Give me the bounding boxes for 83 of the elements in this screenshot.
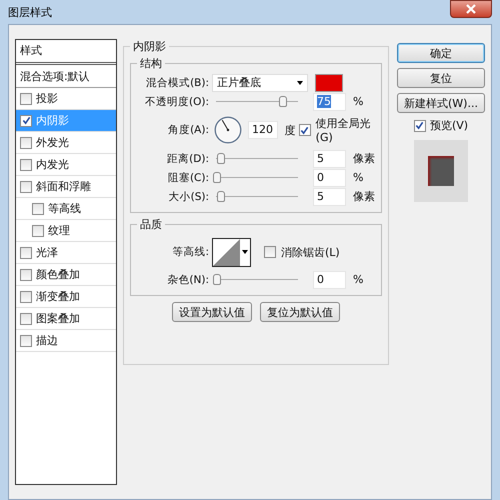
color-swatch[interactable] [315,74,343,92]
unit-label: 像素 [353,151,375,166]
checkbox[interactable] [20,246,32,258]
checkbox[interactable] [32,202,44,214]
style-item[interactable]: 外发光 [16,132,116,154]
unit-label: % [353,95,364,108]
checkbox[interactable] [32,224,44,236]
field-label: 距离(D): [166,152,209,166]
style-item[interactable]: 颜色叠加 [16,264,116,286]
action-button[interactable]: 确定 [397,43,485,63]
opacity-field[interactable]: 75 [313,92,346,110]
style-item[interactable]: 纹理 [16,220,116,242]
field-label: 混合模式(B): [145,76,209,90]
field-label: 大小(S): [168,190,209,204]
value-field[interactable]: 0 [313,270,346,288]
slider-thumb[interactable] [278,96,287,107]
checkbox[interactable] [264,246,276,258]
slider-thumb[interactable] [217,153,226,164]
checkbox[interactable] [20,268,32,280]
field-label: 角度(A): [167,123,209,137]
section-title: 结构 [139,56,163,71]
checkbox[interactable] [20,334,32,346]
close-icon [465,4,477,14]
action-button[interactable]: 新建样式(W)... [397,93,485,113]
checkbox-label: 预览(V) [430,118,468,133]
style-item[interactable]: 渐变叠加 [16,286,116,308]
default-button[interactable]: 复位为默认值 [260,302,340,322]
style-label: 描边 [36,333,58,348]
slider-thumb[interactable] [217,191,226,202]
unit-label: % [353,171,364,184]
contour-picker[interactable] [212,238,251,266]
checkbox[interactable] [20,136,32,148]
style-label: 投影 [36,91,58,106]
checkbox[interactable] [20,92,32,104]
default-button[interactable]: 设置为默认值 [172,302,252,322]
style-label: 渐变叠加 [36,289,80,304]
style-item[interactable]: 内发光 [16,154,116,176]
style-label: 光泽 [36,245,58,260]
preview-thumbnail [414,140,468,202]
style-item[interactable]: 描边 [16,330,116,352]
checkbox[interactable] [298,124,311,136]
section-title: 品质 [139,217,163,232]
slider-thumb[interactable] [213,274,221,285]
checkbox[interactable] [20,290,32,302]
style-item[interactable]: 等高线 [16,198,116,220]
unit-label: 像素 [353,189,375,204]
close-button[interactable] [450,0,492,18]
angle-field[interactable]: 120 [248,121,278,139]
checkbox-label: 消除锯齿(L) [281,244,340,260]
window-title: 图层样式 [8,4,52,20]
value-field[interactable]: 5 [313,150,346,168]
style-item[interactable]: 斜面和浮雕 [16,176,116,198]
field-label: 等高线: [171,245,209,259]
style-item[interactable]: 图案叠加 [16,308,116,330]
slider-thumb[interactable] [213,172,221,183]
style-label: 外发光 [36,135,69,150]
unit-label: 度 [284,122,296,138]
style-label: 内阴影 [36,113,69,128]
value-field[interactable]: 0 [313,168,346,186]
caret-icon [297,80,303,84]
style-label: 颜色叠加 [36,267,80,282]
field-label: 不透明度(O): [144,94,209,108]
checkbox-label: 使用全局光(G) [316,116,372,144]
style-label: 图案叠加 [36,311,80,326]
checkbox[interactable] [414,120,426,132]
blend-mode-dropdown[interactable]: 正片叠底 [212,74,308,92]
unit-label: % [353,273,364,286]
blend-options-item[interactable]: 混合选项:默认 [16,65,116,88]
field-label: 杂色(N): [166,272,209,286]
styles-header: 样式 [16,40,116,65]
checkbox[interactable] [20,158,32,170]
action-button[interactable]: 复位 [397,68,485,88]
checkbox[interactable] [20,114,32,126]
style-label: 内发光 [36,157,69,172]
style-label: 纹理 [48,223,70,238]
style-item[interactable]: 光泽 [16,242,116,264]
value-field[interactable]: 5 [313,188,346,206]
checkbox[interactable] [20,180,32,192]
field-label: 阻塞(C): [166,170,209,184]
style-label: 等高线 [48,201,81,216]
style-label: 斜面和浮雕 [36,179,91,194]
checkbox[interactable] [20,312,32,324]
section-title: 内阴影 [132,39,167,54]
